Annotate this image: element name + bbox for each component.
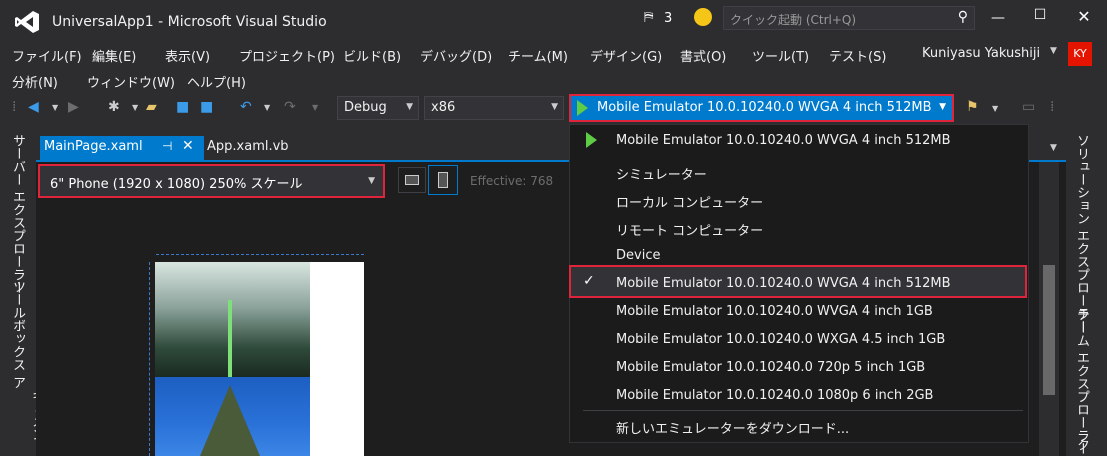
toolbar-overflow-icon[interactable]: ▼ xyxy=(992,104,998,113)
menu-view[interactable]: 表示(V) xyxy=(165,46,210,65)
download-emulator-item[interactable]: 新しいエミュレーターをダウンロード... xyxy=(616,418,849,437)
dropdown-item[interactable]: Mobile Emulator 10.0.10240.0 WXGA 4.5 in… xyxy=(616,332,945,347)
dropdown-item-remote-machine[interactable]: リモート コンピューター xyxy=(616,220,763,239)
notification-flag-icon[interactable]: ⛿ xyxy=(644,10,653,25)
new-project-icon[interactable]: ✱ xyxy=(108,99,120,115)
dropdown-item-simulator[interactable]: シミュレーター xyxy=(616,164,707,183)
selection-guide-top xyxy=(156,254,364,255)
redo-chevron-icon[interactable]: ▼ xyxy=(312,103,318,112)
menu-window[interactable]: ウィンドウ(W) xyxy=(87,72,175,91)
avatar[interactable]: KY xyxy=(1068,42,1092,66)
redo-icon[interactable]: ↷ xyxy=(284,99,296,115)
effective-resolution-label: Effective: 768 xyxy=(470,174,554,188)
menu-format[interactable]: 書式(O) xyxy=(680,46,726,65)
tab-label: MainPage.xaml xyxy=(44,139,143,154)
menu-project[interactable]: プロジェクト(P) xyxy=(239,46,335,65)
menu-file[interactable]: ファイル(F) xyxy=(12,46,82,65)
comment-icon[interactable]: ▭ xyxy=(1022,99,1035,115)
server-explorer-tab[interactable]: サーバー エクスプローラー xyxy=(8,134,27,294)
tab-app-xaml-vb[interactable]: App.xaml.vb xyxy=(207,139,289,154)
chevron-down-icon: ▼ xyxy=(368,176,375,186)
menu-help[interactable]: ヘルプ(H) xyxy=(187,72,246,91)
back-dropdown-chevron-icon[interactable]: ▼ xyxy=(52,103,58,112)
toolbox-tab[interactable]: ツールボックス xyxy=(8,280,27,371)
menu-debug[interactable]: デバッグ(D) xyxy=(420,46,492,65)
visual-studio-logo-icon xyxy=(15,11,39,33)
menu-team[interactable]: チーム(M) xyxy=(508,46,568,65)
debug-target-label: Mobile Emulator 10.0.10240.0 WVGA 4 inch… xyxy=(597,100,932,115)
solution-platform-select[interactable]: x86 ▼ xyxy=(424,96,564,120)
scrollbar-thumb[interactable] xyxy=(1043,265,1055,395)
user-name[interactable]: Kuniyasu Yakushiji xyxy=(922,46,1040,61)
forest-light-image xyxy=(155,262,310,377)
navigate-forward-icon[interactable]: ▶ xyxy=(68,99,79,115)
dropdown-item-selected[interactable]: Mobile Emulator 10.0.10240.0 WVGA 4 inch… xyxy=(616,276,951,291)
open-file-icon[interactable]: ▰ xyxy=(146,99,157,115)
menu-tools[interactable]: ツール(T) xyxy=(752,46,809,65)
quick-launch-placeholder: クイック起動 (Ctrl+Q) xyxy=(730,13,857,27)
dropdown-item[interactable]: Mobile Emulator 10.0.10240.0 720p 5 inch… xyxy=(616,360,925,375)
find-in-files-icon[interactable]: ⚑ xyxy=(966,99,979,115)
portrait-orientation-button[interactable] xyxy=(428,165,458,195)
undo-chevron-icon[interactable]: ▼ xyxy=(264,103,270,112)
undo-icon[interactable]: ↶ xyxy=(240,99,252,115)
menu-build[interactable]: ビルド(B) xyxy=(343,46,401,65)
solution-configuration-select[interactable]: Debug ▼ xyxy=(337,96,419,120)
dropdown-item[interactable]: Mobile Emulator 10.0.10240.0 WVGA 4 inch… xyxy=(616,304,933,319)
debug-target-button[interactable]: Mobile Emulator 10.0.10240.0 WVGA 4 inch… xyxy=(569,94,954,122)
checkmark-icon: ✓ xyxy=(583,273,595,289)
dropdown-separator xyxy=(583,410,1023,411)
window-title: UniversalApp1 - Microsoft Visual Studio xyxy=(52,14,327,30)
portrait-icon xyxy=(438,172,448,188)
chevron-down-icon: ▼ xyxy=(551,102,558,112)
dropdown-item-local-machine[interactable]: ローカル コンピューター xyxy=(616,192,763,211)
tab-mainpage-xaml[interactable]: MainPage.xaml ⊣ ✕ xyxy=(40,136,204,160)
light-beam-image-detail xyxy=(228,300,232,377)
chevron-down-icon: ▼ xyxy=(939,102,946,112)
menu-design[interactable]: デザイン(G) xyxy=(590,46,662,65)
landscape-icon xyxy=(405,175,419,185)
toolbar-options-icon[interactable]: ⁞ xyxy=(1050,99,1054,115)
search-icon[interactable]: ⚲ xyxy=(958,9,968,25)
menu-analyze[interactable]: 分析(N) xyxy=(12,72,58,91)
dropdown-top-item[interactable]: Mobile Emulator 10.0.10240.0 WVGA 4 inch… xyxy=(616,133,951,148)
dropdown-item[interactable]: Mobile Emulator 10.0.10240.0 1080p 6 inc… xyxy=(616,388,933,403)
save-icon[interactable]: ■ xyxy=(176,99,189,115)
dropdown-item-device[interactable]: Device xyxy=(616,248,660,263)
configuration-value: Debug xyxy=(344,100,387,115)
notification-count[interactable]: 3 xyxy=(664,11,672,26)
right-tool-window-rail: ソリューション エクスプローラー チーム エクスプローラー ク xyxy=(1066,128,1107,456)
menu-edit[interactable]: 編集(E) xyxy=(92,46,136,65)
minimize-icon[interactable]: — xyxy=(988,10,1008,26)
team-explorer-tab[interactable]: チーム エクスプローラー xyxy=(1072,308,1091,455)
selection-guide-left xyxy=(149,262,150,456)
play-icon xyxy=(586,132,597,148)
tree-image-detail xyxy=(200,385,260,456)
play-icon xyxy=(577,100,588,116)
feedback-smiley-icon[interactable] xyxy=(694,8,712,26)
menu-test[interactable]: テスト(S) xyxy=(829,46,886,65)
chevron-down-icon: ▼ xyxy=(406,102,413,112)
save-all-icon[interactable]: ■ xyxy=(200,99,213,115)
toolbar-grip-icon[interactable]: ⁞ xyxy=(12,99,16,115)
close-window-icon[interactable]: ✕ xyxy=(1074,7,1094,26)
navigate-back-icon[interactable]: ◀ xyxy=(28,99,39,115)
platform-value: x86 xyxy=(431,100,456,115)
landscape-orientation-button[interactable] xyxy=(398,167,426,193)
device-preview-select[interactable]: 6" Phone (1920 x 1080) 250% スケール ▼ xyxy=(38,164,385,198)
maximize-icon[interactable]: ☐ xyxy=(1030,7,1050,23)
quick-launch-input[interactable]: クイック起動 (Ctrl+Q) ⚲ xyxy=(723,6,975,30)
class-view-tab[interactable]: ク xyxy=(1072,438,1091,451)
pin-icon[interactable]: ⊣ xyxy=(162,139,172,153)
new-project-chevron-icon[interactable]: ▼ xyxy=(132,103,138,112)
left-tool-window-rail: サーバー エクスプローラー ツールボックス ドキュメント ア xyxy=(0,128,44,456)
tab-overflow-chevron-icon[interactable]: ▼ xyxy=(1050,143,1057,153)
device-preview-value: 6" Phone (1920 x 1080) 250% スケール xyxy=(50,177,303,192)
solution-explorer-tab[interactable]: ソリューション エクスプローラー xyxy=(1072,134,1091,333)
user-menu-chevron-down-icon[interactable]: ▼ xyxy=(1050,46,1057,56)
close-icon[interactable]: ✕ xyxy=(182,138,194,154)
